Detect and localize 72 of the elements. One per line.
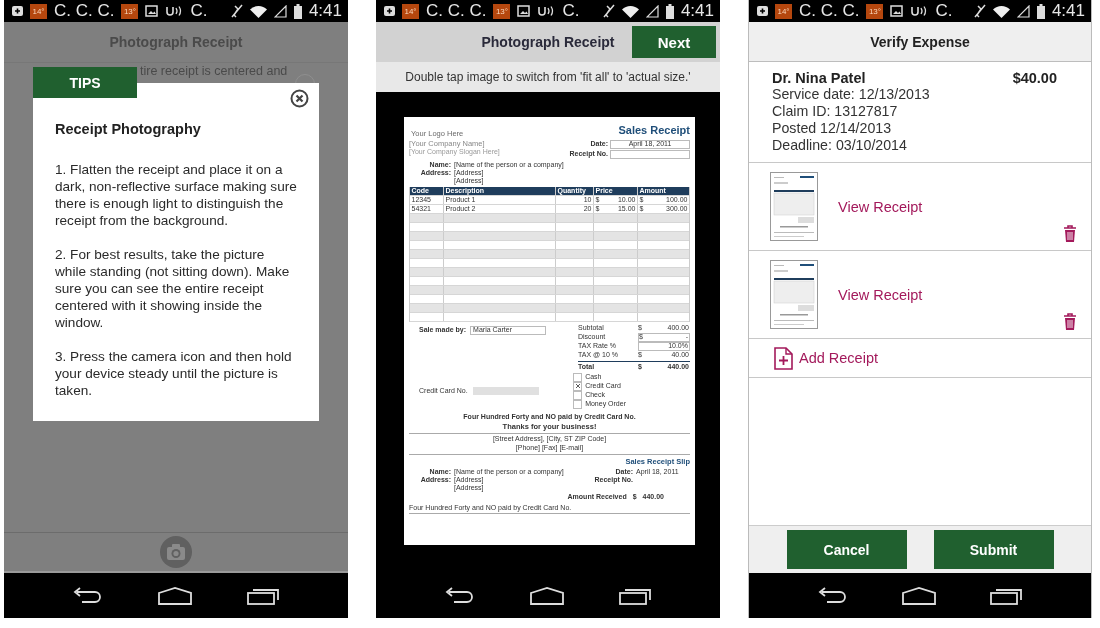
trash-icon[interactable] — [1063, 313, 1077, 330]
weather-badge: 14° — [775, 3, 792, 19]
notification-text: C. — [562, 1, 580, 21]
home-icon[interactable] — [530, 586, 564, 605]
next-button[interactable]: Next — [632, 26, 716, 58]
image-icon — [890, 5, 904, 17]
hint-text: Double tap image to switch from 'fit all' to 'actual size.' — [405, 70, 691, 84]
tip-paragraph: 1. Flatten the receipt and place it on a dark, non-reflective surface making sure there is enough light to distinguish the receipt from the background. — [55, 161, 298, 229]
clock-time: 4:41 — [680, 1, 714, 21]
document-title: Sales Receipt — [618, 124, 690, 137]
battery-icon — [293, 3, 302, 19]
back-icon[interactable] — [443, 586, 476, 605]
notification-text: C. C. C. — [54, 1, 115, 21]
tip-paragraph: 3. Press the camera icon and then hold your device steady until the picture is taken. — [55, 348, 293, 399]
receipt-thumbnail[interactable] — [770, 260, 818, 329]
weather-badge: 13° — [493, 3, 511, 19]
cancel-button[interactable]: Cancel — [786, 530, 907, 569]
image-icon — [145, 5, 159, 17]
clock-time: 4:41 — [308, 1, 342, 21]
muted-icon — [602, 4, 615, 18]
receipt-thumbnail[interactable] — [770, 172, 818, 241]
screen-title: Verify Expense — [870, 33, 970, 50]
wifi-icon — [992, 4, 1010, 18]
screen-title: Photograph Receipt — [481, 34, 615, 50]
view-receipt-link[interactable]: View Receipt — [838, 286, 923, 303]
card-number-field — [472, 386, 539, 395]
provider-name: Dr. Nina Patel — [772, 70, 866, 86]
submit-button[interactable]: Submit — [933, 530, 1054, 569]
home-icon[interactable] — [902, 586, 936, 605]
add-document-icon[interactable] — [774, 346, 793, 370]
expense-detail: Claim ID: 13127817 — [772, 103, 899, 120]
notification-text: C. C. C. — [799, 1, 860, 21]
tip-paragraph: 2. For best results, take the picture while standing (not sitting down). Make sure you can see the entire receipt centered with it showing inside the window. — [55, 246, 291, 331]
expense-amount: $40.00 — [1012, 70, 1057, 86]
wifi-icon — [249, 4, 267, 18]
back-icon[interactable] — [71, 586, 104, 605]
muted-icon — [973, 4, 986, 18]
signal-icon — [645, 4, 659, 18]
trash-icon[interactable] — [1063, 225, 1077, 242]
notification-text: C. — [935, 1, 953, 21]
weather-badge: 14° — [30, 3, 47, 19]
voicemail-icon — [165, 5, 184, 17]
notification-icon — [757, 6, 768, 16]
weather-badge: 14° — [402, 3, 419, 19]
add-receipt-link[interactable]: Add Receipt — [799, 350, 878, 366]
view-receipt-link[interactable]: View Receipt — [838, 198, 923, 215]
notification-icon — [384, 6, 395, 16]
weather-badge: 13° — [121, 3, 139, 19]
voicemail-icon — [910, 5, 929, 17]
voicemail-icon — [537, 5, 556, 17]
battery-icon — [665, 3, 674, 19]
notification-icon — [12, 6, 23, 16]
recents-icon[interactable] — [990, 586, 1024, 605]
dialog-heading: Receipt Photography — [55, 121, 202, 137]
expense-detail: Deadline: 03/10/2014 — [772, 137, 908, 154]
muted-icon — [230, 4, 243, 18]
expense-detail: Posted 12/14/2013 — [772, 120, 893, 137]
weather-badge: 13° — [866, 3, 884, 19]
signal-icon — [1016, 4, 1030, 18]
signal-icon — [273, 4, 287, 18]
expense-detail: Service date: 12/13/2013 — [772, 86, 931, 103]
notification-text: C. — [190, 1, 208, 21]
back-icon[interactable] — [816, 586, 848, 605]
battery-icon — [1036, 3, 1045, 19]
image-icon — [517, 5, 531, 17]
notification-text: C. C. C. — [426, 1, 487, 21]
home-icon[interactable] — [158, 586, 192, 605]
recents-icon[interactable] — [618, 586, 653, 605]
close-icon[interactable] — [290, 89, 309, 108]
wifi-icon — [621, 4, 639, 18]
recents-icon[interactable] — [246, 586, 281, 605]
clock-time: 4:41 — [1051, 1, 1085, 21]
